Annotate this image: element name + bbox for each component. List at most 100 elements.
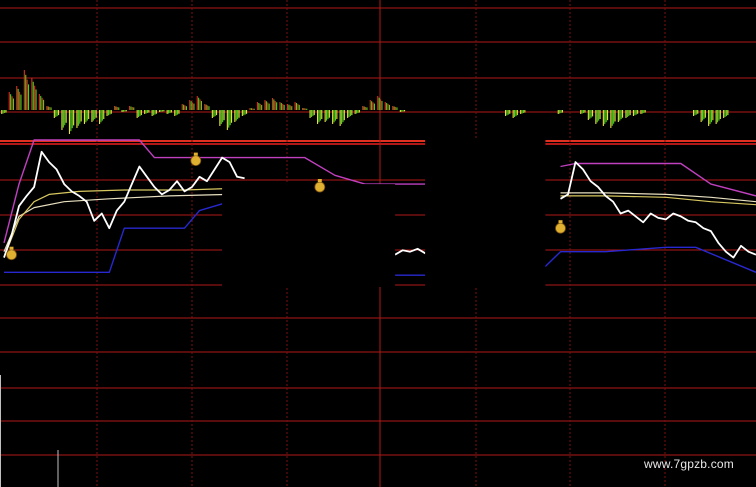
macd-bar (628, 110, 630, 117)
macd-bar (163, 110, 165, 112)
macd-bar (557, 110, 559, 114)
macd-bar (58, 110, 60, 116)
macd-bar (644, 110, 646, 113)
macd-bar (207, 105, 209, 110)
macd-bar (725, 110, 727, 117)
macd-bar (712, 110, 714, 121)
macd-bar (8, 92, 10, 110)
macd-bar (20, 94, 22, 110)
ma-yellow-line (560, 195, 756, 206)
macd-bar (589, 110, 591, 119)
macd-bar (138, 110, 140, 117)
macd-bar (321, 110, 323, 119)
macd-bar (693, 110, 695, 116)
macd-bar (214, 110, 216, 117)
macd-bar (56, 110, 58, 117)
macd-bar (587, 110, 589, 120)
macd-bar (396, 107, 398, 110)
macd-bar (629, 110, 631, 116)
watermark-text: www.7gpzb.com (644, 457, 734, 471)
macd-bar (312, 110, 314, 117)
macd-bar (226, 110, 228, 130)
macd-bar (363, 106, 365, 110)
macd-bar (298, 104, 300, 110)
macd-bar (153, 110, 155, 116)
macd-bar (342, 110, 344, 123)
macd-bar (392, 106, 394, 110)
macd-bar (250, 108, 252, 110)
macd-bar (362, 106, 364, 110)
macd-bar (358, 110, 360, 113)
macd-bar (371, 101, 373, 110)
macd-bar (155, 110, 157, 114)
macd-bar (381, 101, 383, 110)
macd-bar (73, 110, 75, 126)
macd-bar (107, 110, 109, 116)
macd-bar (77, 110, 79, 126)
macd-bar (614, 110, 616, 122)
macd-bar (611, 110, 613, 126)
macd-bar (402, 110, 404, 112)
macd-bar (204, 104, 206, 110)
macd-bar (17, 88, 19, 110)
macd-bar (238, 110, 240, 118)
price-line (3, 150, 245, 258)
macd-bar (273, 99, 275, 110)
macd-bar (161, 110, 163, 112)
macd-bar (131, 107, 133, 110)
macd-bar (190, 101, 192, 110)
macd-bar (723, 110, 725, 118)
macd-bar (228, 110, 230, 128)
macd-bar (702, 110, 704, 121)
macd-bar (100, 110, 102, 123)
macd-bar (709, 110, 711, 125)
macd-bar (366, 107, 368, 110)
macd-bar (249, 108, 251, 110)
macd-bar (515, 110, 517, 117)
macd-bar (50, 107, 52, 110)
macd-bar (91, 110, 93, 122)
macd-bar (94, 110, 96, 120)
macd-bar (31, 78, 33, 110)
macd-bar (339, 110, 341, 126)
macd-bar (241, 110, 243, 116)
macd-bar (133, 107, 135, 110)
macd-bar (140, 110, 142, 116)
macd-histogram (1, 70, 729, 134)
macd-bar (516, 110, 518, 116)
macd-bar (700, 110, 702, 122)
macd-bar (343, 110, 345, 121)
macd-bar (319, 110, 321, 121)
macd-bar (124, 110, 126, 112)
macd-bar (61, 110, 63, 130)
macd-bar (55, 110, 57, 117)
macd-bar (387, 103, 389, 110)
macd-bar (583, 110, 585, 113)
macd-bar (610, 110, 612, 128)
macd-bar (92, 110, 94, 121)
macd-bar (1, 110, 3, 114)
macd-bar (309, 110, 311, 118)
macd-bar (79, 110, 81, 124)
macd-bar (334, 110, 336, 121)
macd-bar (369, 100, 371, 110)
chart-stage: www.7gpzb.com (0, 0, 756, 487)
macd-bar (235, 110, 237, 121)
macd-bar (332, 110, 334, 124)
macd-bar (271, 98, 273, 110)
macd-bar (199, 99, 201, 110)
macd-bar (25, 74, 27, 110)
macd-bar (213, 110, 215, 117)
macd-bar (178, 110, 180, 114)
macd-bar (43, 99, 45, 110)
macd-bar (607, 110, 609, 121)
macd-bar (401, 110, 403, 112)
macd-bar (16, 86, 18, 110)
macd-bar (70, 110, 72, 132)
macd-bar (602, 110, 604, 126)
macd-bar (41, 97, 43, 110)
macd-bar (306, 108, 308, 110)
macd-bar (635, 110, 637, 115)
macd-bar (160, 110, 162, 112)
macd-bar (181, 104, 183, 110)
